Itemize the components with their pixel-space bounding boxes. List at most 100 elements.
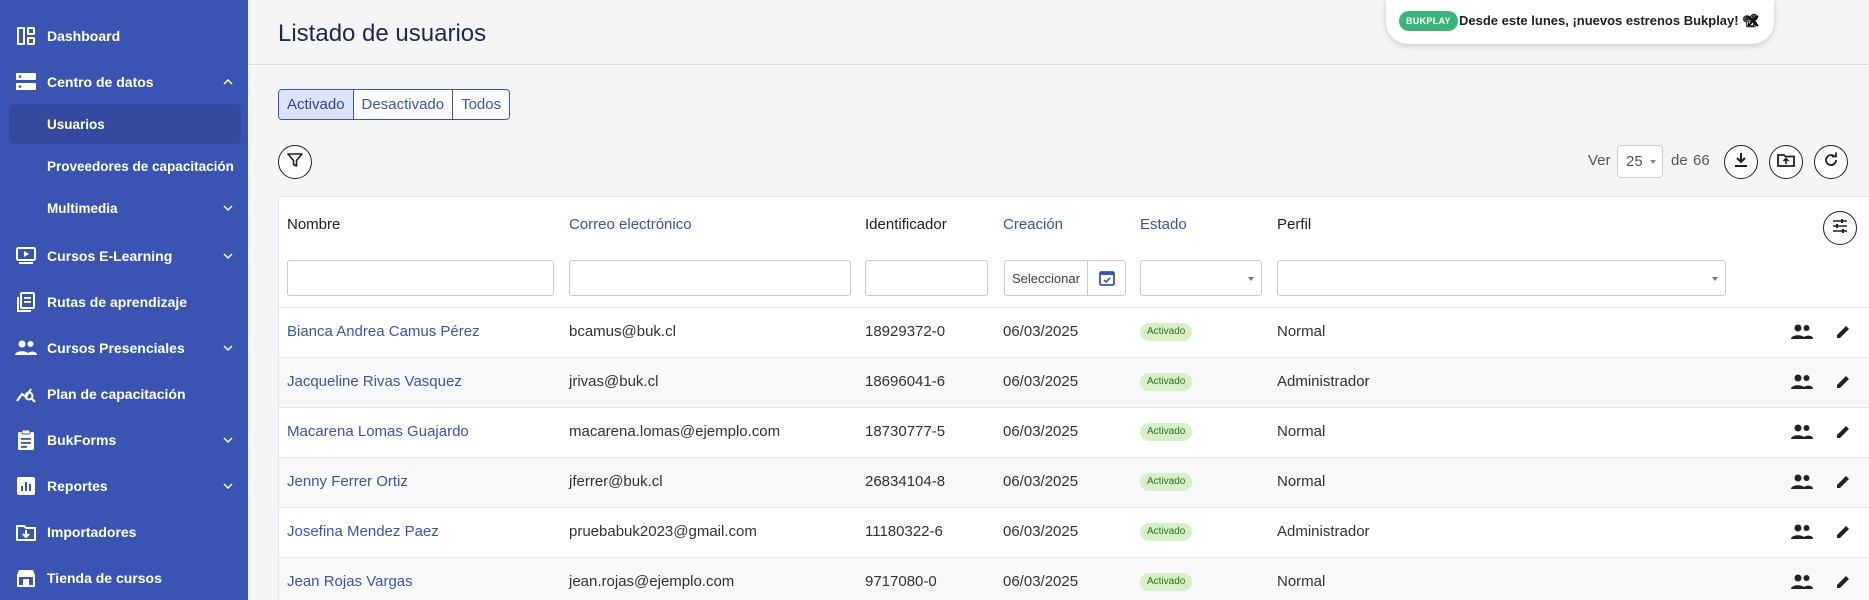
toast-message: Desde este lunes, ¡nuevos estrenos Bukpl… [1459,13,1759,28]
chevron-down-icon [222,480,234,492]
sidebar-item-label: Rutas de aprendizaje [47,294,188,310]
filter-correo-input[interactable] [569,260,851,296]
sidebar-item-label: Plan de capacitación [47,386,186,402]
edit-pencil-icon[interactable] [1831,570,1855,594]
user-id: 9717080-0 [865,573,937,590]
user-created: 06/03/2025 [1003,523,1079,540]
user-profile: Normal [1277,323,1326,340]
user-created: 06/03/2025 [1003,473,1079,490]
user-profile: Normal [1277,473,1326,490]
tab-activado[interactable]: Activado [279,90,354,119]
edit-pencil-icon[interactable] [1831,470,1855,494]
folder-upload-icon [1777,153,1795,172]
user-created: 06/03/2025 [1003,573,1079,590]
sidebar-item-label: Usuarios [47,116,105,132]
column-header-perfil: Perfil [1277,216,1312,233]
edit-pencil-icon[interactable] [1831,420,1855,444]
sidebar-item-label: Cursos E-Learning [47,248,173,264]
report-icon [15,475,37,497]
close-icon[interactable] [1744,12,1762,30]
table-row: Jenny Ferrer Ortiz jferrer@buk.cl 268341… [279,457,1869,507]
refresh-button[interactable] [1814,145,1848,179]
status-badge: Activado [1140,373,1193,391]
sidebar-item-label: Centro de datos [47,74,154,90]
user-email: pruebabuk2023@gmail.com [569,523,757,540]
user-name-link[interactable]: Macarena Lomas Guajardo [287,423,469,440]
user-email: bcamus@buk.cl [569,323,676,340]
sidebar-item-label: Reportes [47,478,108,494]
caret-down-icon [1712,277,1718,281]
status-tabs: Activado Desactivado Todos [278,89,511,120]
chevron-down-icon [222,250,234,262]
ver-label: Ver [1588,152,1611,169]
table-row: Josefina Mendez Paez pruebabuk2023@gmail… [279,507,1869,557]
filter-icon [287,152,303,173]
tab-desactivado[interactable]: Desactivado [353,90,454,119]
user-created: 06/03/2025 [1003,323,1079,340]
download-button[interactable] [1724,145,1758,179]
sidebar-item-cursos-presenciales[interactable]: Cursos Presenciales [0,328,248,368]
import-icon [15,521,37,543]
user-profile: Administrador [1277,373,1370,390]
sidebar-item-rutas[interactable]: Rutas de aprendizaje [0,282,248,322]
user-id: 11180322-6 [865,523,943,540]
people-icon[interactable] [1790,370,1814,394]
export-folder-button[interactable] [1769,145,1803,179]
column-header-estado[interactable]: Estado [1140,216,1187,233]
total-count: 66 [1693,152,1710,169]
people-icon[interactable] [1790,570,1814,594]
user-name-link[interactable]: Jenny Ferrer Ortiz [287,473,408,490]
column-header-identificador: Identificador [865,216,947,233]
per-page-value: 25 [1626,153,1643,170]
column-header-creacion[interactable]: Creación [1003,216,1063,233]
people-icon[interactable] [1790,520,1814,544]
sidebar-item-dashboard[interactable]: Dashboard [0,16,248,56]
sidebar-item-bukforms[interactable]: BukForms [0,420,248,460]
edit-pencil-icon[interactable] [1831,520,1855,544]
sidebar-item-plan-capacitacion[interactable]: Plan de capacitación [0,374,248,414]
filter-creacion-datepicker[interactable]: Seleccionar [1004,260,1126,296]
sidebar-item-label: BukForms [47,432,117,448]
sidebar-item-label: Cursos Presenciales [47,340,185,356]
table-row: Jean Rojas Vargas jean.rojas@ejemplo.com… [279,557,1869,600]
user-profile: Administrador [1277,523,1370,540]
sidebar-item-centro-de-datos[interactable]: Centro de datos [0,62,248,102]
sidebar-item-usuarios[interactable]: Usuarios [9,104,241,144]
user-id: 18696041-6 [865,373,946,390]
status-badge: Activado [1140,473,1193,491]
calendar-icon[interactable] [1087,261,1125,295]
filter-perfil-select[interactable] [1277,260,1726,296]
user-name-link[interactable]: Josefina Mendez Paez [287,523,439,540]
column-settings-button[interactable] [1823,211,1857,245]
people-icon[interactable] [1790,320,1814,344]
per-page-select[interactable]: 25 [1617,145,1663,178]
user-name-link[interactable]: Bianca Andrea Camus Pérez [287,323,480,340]
column-header-correo[interactable]: Correo electrónico [569,216,692,233]
filter-nombre-input[interactable] [287,260,554,296]
edit-pencil-icon[interactable] [1831,320,1855,344]
people-icon [15,337,37,359]
filter-estado-select[interactable] [1140,260,1262,296]
user-created: 06/03/2025 [1003,373,1079,390]
people-icon[interactable] [1790,470,1814,494]
sidebar-item-cursos-elearning[interactable]: Cursos E-Learning [0,236,248,276]
user-name-link[interactable]: Jean Rojas Vargas [287,573,413,590]
sidebar-item-importadores[interactable]: Importadores [0,512,248,552]
tab-todos[interactable]: Todos [453,90,510,119]
dashboard-icon [15,25,37,47]
de-label: de [1671,152,1688,169]
page-title: Listado de usuarios [278,20,487,47]
people-icon[interactable] [1790,420,1814,444]
sidebar-item-label: Proveedores de capacitación [47,158,234,174]
sidebar-item-multimedia[interactable]: Multimedia [0,188,248,228]
filter-button[interactable] [278,145,312,179]
sidebar-item-tienda[interactable]: Tienda de cursos [0,558,248,598]
sidebar-item-proveedores[interactable]: Proveedores de capacitación [0,146,248,186]
table-row: Macarena Lomas Guajardo macarena.lomas@e… [279,407,1869,457]
learning-path-icon [15,291,37,313]
filter-identificador-input[interactable] [865,260,988,296]
edit-pencil-icon[interactable] [1831,370,1855,394]
status-badge: Activado [1140,423,1193,441]
user-name-link[interactable]: Jacqueline Rivas Vasquez [287,373,462,390]
sidebar-item-reportes[interactable]: Reportes [0,466,248,506]
